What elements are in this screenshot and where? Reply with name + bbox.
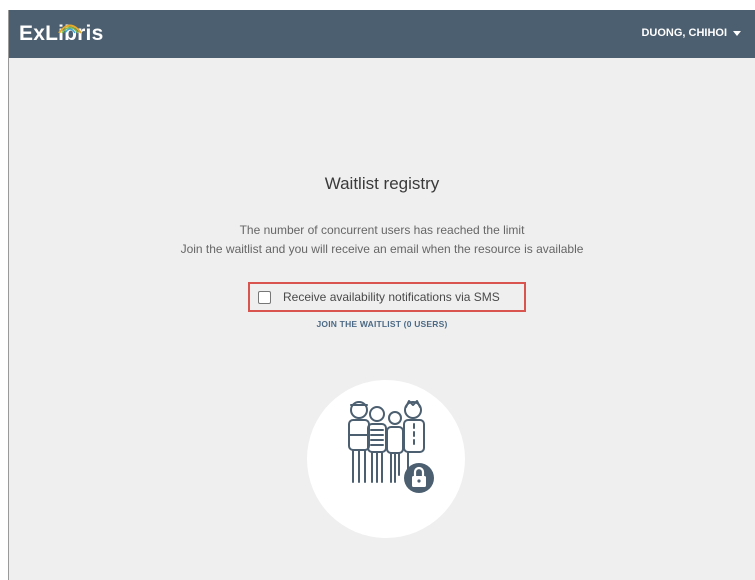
chevron-down-icon — [733, 30, 741, 36]
join-waitlist-link[interactable]: JOIN THE WAITLIST (0 USERS) — [9, 319, 755, 329]
logo-arc-icon — [58, 24, 82, 34]
page-title: Waitlist registry — [324, 174, 440, 193]
waitlist-page: ExLibris DUONG, CHIHOI Waitlist registry… — [9, 10, 755, 580]
sms-checkbox-label: Receive availability notifications via S… — [283, 290, 500, 304]
user-name: DUONG, CHIHOI — [641, 27, 727, 39]
sms-checkbox[interactable] — [258, 290, 271, 304]
sms-notification-option[interactable]: Receive availability notifications via S… — [248, 282, 526, 312]
waiting-people-lock-illustration-icon — [348, 400, 434, 493]
waitlist-info-message: Join the waitlist and you will receive a… — [180, 242, 584, 256]
user-menu[interactable]: DUONG, CHIHOI — [641, 27, 741, 39]
app-header: ExLibris DUONG, CHIHOI — [9, 10, 755, 58]
limit-message: The number of concurrent users has reach… — [239, 223, 525, 237]
